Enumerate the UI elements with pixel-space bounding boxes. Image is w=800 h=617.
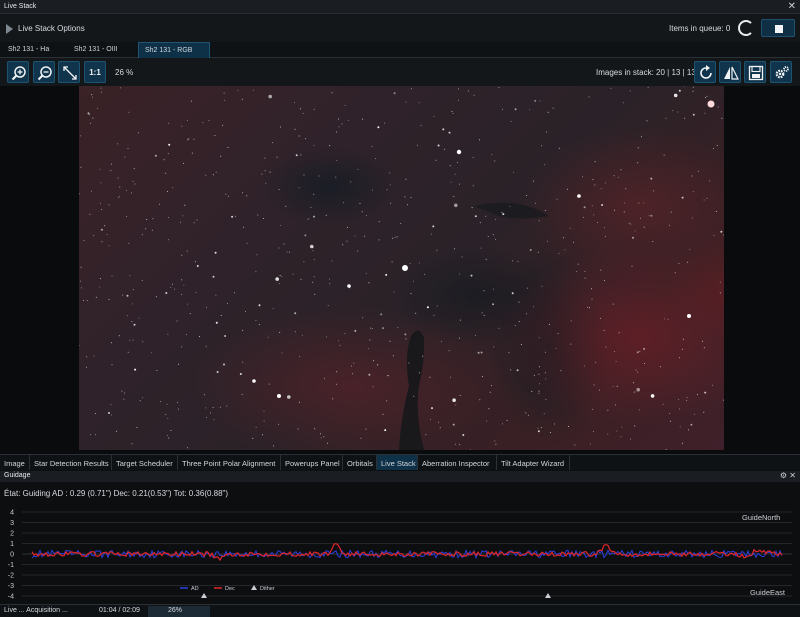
panel-tabs: Image Star Detection Results Target Sche…	[0, 454, 800, 470]
tab-ha[interactable]: Sh2 131 - Ha	[2, 42, 66, 58]
live-stack-options-bar: Live Stack Options Items in queue: 0	[0, 14, 800, 42]
dither-marker	[545, 593, 551, 598]
legend-dither-label: Dither	[260, 586, 275, 592]
status-footer: Live ... Acquisition ... 01:04 / 02:09 2…	[0, 604, 800, 617]
star-field	[79, 86, 724, 450]
y-tick-label: -1	[8, 562, 14, 569]
tab-powerups-panel[interactable]: Powerups Panel	[281, 455, 343, 470]
y-tick-label: -3	[8, 583, 14, 590]
save-button[interactable]	[744, 61, 766, 83]
legend: AD Dec Dither	[180, 585, 275, 592]
y-tick-label: 4	[10, 510, 14, 517]
footer-time: 01:04 / 02:09	[99, 607, 140, 614]
tab-three-point-polar-alignment[interactable]: Three Point Polar Alignment	[178, 455, 281, 470]
live-stack-options-label[interactable]: Live Stack Options	[18, 24, 85, 33]
one-to-one-button[interactable]: 1:1	[84, 61, 106, 83]
rotate-button[interactable]	[694, 61, 716, 83]
flip-icon	[724, 66, 739, 80]
tab-tilt-adapter-wizard[interactable]: Tilt Adapter Wizard	[497, 455, 570, 470]
tab-orbitals[interactable]: Orbitals	[343, 455, 377, 470]
expand-arrow-icon[interactable]	[6, 24, 13, 34]
window-title-bar: Live Stack ✕	[0, 0, 800, 14]
guide-north-label: GuideNorth	[742, 513, 780, 522]
queue-count: Items in queue: 0	[669, 24, 731, 33]
zoom-out-icon	[37, 66, 52, 81]
footer-status: Live ... Acquisition ...	[4, 607, 68, 614]
fit-to-screen-icon	[63, 66, 77, 80]
legend-dec-label: Dec	[225, 586, 235, 592]
tab-live-stack[interactable]: Live Stack	[377, 455, 418, 470]
image-tabs: Sh2 131 - Ha Sh2 131 - OIII Sh2 131 - RG…	[0, 42, 800, 58]
tab-target-scheduler[interactable]: Target Scheduler	[112, 455, 178, 470]
zoom-in-button[interactable]	[7, 61, 29, 83]
gear-icon[interactable]: ⚙	[780, 471, 787, 480]
close-icon[interactable]: ✕	[788, 1, 796, 13]
zoom-in-icon	[11, 66, 26, 81]
guiding-panel-controls: ⚙ ✕	[780, 471, 796, 480]
tab-image[interactable]: Image	[0, 455, 30, 470]
tab-aberration-inspector[interactable]: Aberration Inspector	[418, 455, 497, 470]
footer-progress: 26%	[148, 606, 210, 617]
y-tick-label: -2	[8, 573, 14, 580]
tab-star-detection-results[interactable]: Star Detection Results	[30, 455, 112, 470]
stop-button[interactable]	[761, 19, 795, 37]
gear-icon	[775, 66, 789, 79]
legend-ad-label: AD	[191, 586, 199, 592]
images-in-stack: Images in stack: 20 | 13 | 13	[596, 68, 696, 77]
guide-graph: 4 3 2 1 0 -1 -2 -3 -4 GuideNorth GuideEast AD De…	[8, 510, 792, 601]
guide-east-label: GuideEast	[750, 588, 786, 597]
y-tick-label: -4	[8, 594, 14, 601]
save-icon	[748, 65, 764, 81]
zoom-out-button[interactable]	[33, 61, 55, 83]
rotate-icon	[700, 65, 712, 79]
image-viewer[interactable]	[0, 86, 800, 454]
stop-icon	[775, 25, 783, 33]
window-title: Live Stack	[4, 3, 37, 10]
tab-oiii[interactable]: Sh2 131 - OIII	[68, 42, 136, 58]
tab-rgb[interactable]: Sh2 131 - RGB	[138, 42, 210, 58]
guiding-status: État: Guiding AD : 0.29 (0.71") Dec: 0.2…	[4, 489, 229, 498]
stacked-image[interactable]	[79, 86, 724, 450]
y-tick-label: 0	[10, 552, 14, 559]
flip-button[interactable]	[719, 61, 741, 83]
close-icon[interactable]: ✕	[789, 471, 796, 480]
y-tick-label: 3	[10, 520, 14, 527]
image-toolbar: 1:1 26 % Images in stack: 20 | 13 | 13	[0, 58, 800, 86]
zoom-percent: 26 %	[115, 68, 134, 77]
settings-button[interactable]	[770, 61, 792, 83]
y-tick-label: 2	[10, 531, 14, 538]
fit-to-screen-button[interactable]	[58, 61, 80, 83]
y-tick-label: 1	[10, 541, 14, 548]
dither-marker	[201, 593, 207, 598]
loading-spinner-icon	[738, 20, 754, 36]
guiding-panel-title: Guidage ⚙ ✕	[0, 471, 800, 482]
